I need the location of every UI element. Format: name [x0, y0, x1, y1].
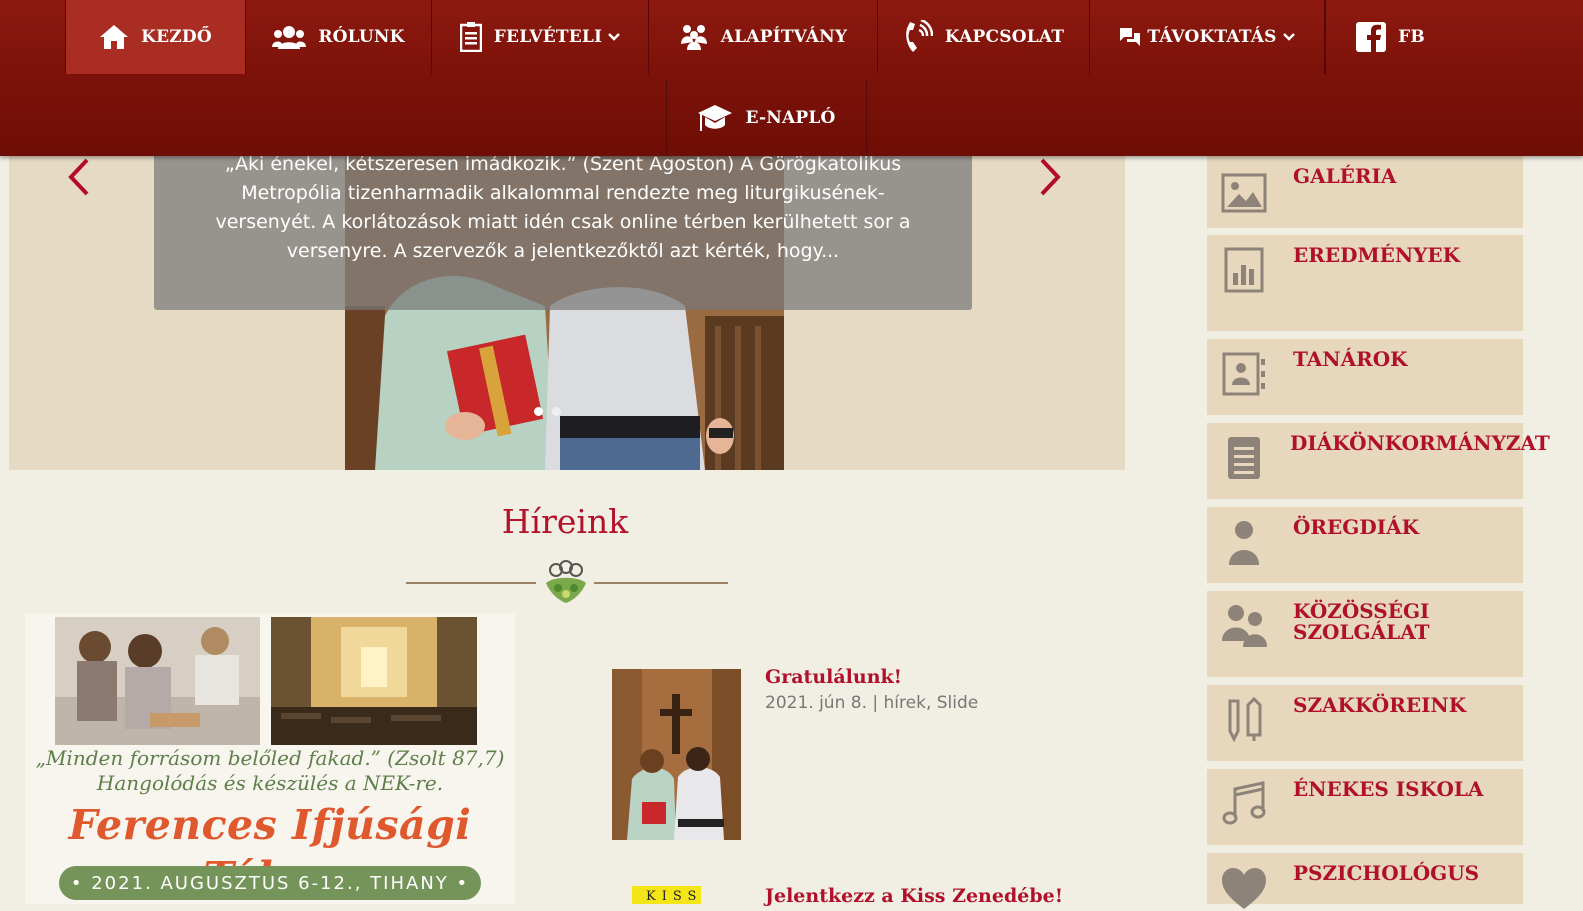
section-title: Híreink — [501, 502, 629, 541]
nav-label: TÁVOKTATÁS — [1147, 27, 1277, 47]
nav-label: E-NAPLÓ — [745, 108, 836, 128]
slider-dots — [534, 407, 561, 416]
nav-label: KEZDŐ — [141, 27, 212, 47]
sidebar-item-label: TANÁROK — [1293, 347, 1408, 371]
ornament-icon — [546, 560, 586, 603]
nav-item-enaplo[interactable]: E-NAPLÓ — [666, 80, 867, 156]
sidebar-item-eredmenyek[interactable]: EREDMÉNYEK — [1207, 235, 1523, 331]
category-link-slide[interactable]: Slide — [937, 693, 979, 713]
chevron-down-icon — [608, 33, 621, 41]
nav-label: FELVÉTELI — [493, 27, 603, 47]
post-meta: 2021. jún 8. | hírek, Slide — [765, 693, 978, 713]
sidebar-item-galeria[interactable]: GALÉRIA — [1207, 156, 1523, 228]
sidebar-item-enekes-iskola[interactable]: ÉNEKES ISKOLA — [1207, 769, 1523, 845]
sidebar-item-label: EREDMÉNYEK — [1293, 243, 1461, 267]
poster-quote: „Minden forrásom belőled fakad.” (Zsolt … — [35, 746, 505, 795]
bar-chart-icon — [1221, 247, 1267, 293]
sidebar-item-label: KÖZÖSSÉGI — [1293, 599, 1430, 623]
person-icon — [1221, 519, 1267, 565]
nav-item-tavoktatas[interactable]: TÁVOKTATÁS — [1090, 0, 1325, 74]
group-icon — [272, 25, 307, 49]
nav-label: FB — [1398, 27, 1425, 47]
slider-dot[interactable] — [552, 407, 561, 416]
news-slider[interactable]: „Aki énekel, kétszeresen imádkozik.” (Sz… — [9, 156, 1125, 470]
people-icon — [679, 24, 709, 50]
nav-item-kezdo[interactable]: KEZDŐ — [65, 0, 246, 74]
home-icon — [99, 24, 129, 50]
document-icon — [1221, 435, 1267, 481]
nav-label: RÓLUNK — [318, 27, 405, 47]
slide-caption[interactable]: „Aki énekel, kétszeresen imádkozik.” (Sz… — [154, 156, 972, 310]
post-title[interactable]: Gratulálunk! — [765, 666, 902, 688]
sidebar-item-label: ÉNEKES ISKOLA — [1293, 777, 1484, 801]
meta-comma: , — [925, 693, 937, 713]
chat-icon — [1119, 27, 1141, 47]
nav-item-fb[interactable]: FB — [1325, 0, 1455, 74]
slide-caption-text: „Aki énekel, kétszeresen imádkozik.” (Sz… — [215, 156, 911, 262]
graduation-cap-icon — [697, 103, 733, 133]
nav-item-alapitvany[interactable]: ALAPÍTVÁNY — [649, 0, 878, 74]
sidebar-item-label: SZAKKÖREINK — [1293, 693, 1467, 717]
category-link-hirek[interactable]: hírek — [884, 693, 926, 713]
slider-prev-button[interactable] — [64, 156, 94, 198]
sidebar-item-label-line2: SZOLGÁLAT — [1293, 620, 1430, 644]
sidebar-item-label: GALÉRIA — [1293, 164, 1397, 188]
pencil-icon — [1221, 697, 1267, 743]
music-icon — [1221, 781, 1267, 827]
poster-date-band: • 2021. AUGUSZTUS 6-12., TIHANY • — [59, 866, 481, 900]
chevron-left-icon — [68, 158, 89, 196]
phone-icon — [903, 20, 933, 54]
slider-dot[interactable] — [534, 407, 543, 416]
main-nav: KEZDŐ RÓLUNK FELVÉTELI ALAPÍTVÁNY KAPCSO… — [0, 0, 1583, 156]
camp-poster[interactable]: „Minden forrásom belőled fakad.” (Zsolt … — [25, 613, 515, 904]
sidebar-item-diakonkormanyzat[interactable]: DIÁKÖNKORMÁNYZAT — [1207, 423, 1550, 499]
post-thumbnail[interactable] — [612, 669, 741, 840]
sidebar-item-label: DIÁKÖNKORMÁNYZAT — [1290, 431, 1550, 455]
chevron-right-icon — [1040, 158, 1061, 196]
nav-item-felveteli[interactable]: FELVÉTELI — [432, 0, 649, 74]
document-icon — [459, 22, 482, 52]
post-thumbnail[interactable]: KISS — [632, 886, 701, 904]
sidebar-item-kozossegi-szolgalat[interactable]: KÖZÖSSÉGI SZOLGÁLAT — [1207, 591, 1523, 677]
slider-next-button[interactable] — [1035, 156, 1065, 198]
nav-label: ALAPÍTVÁNY — [720, 27, 848, 47]
post-thumb-text: KISS — [646, 889, 701, 904]
sidebar-item-label: PSZICHOLÓGUS — [1293, 861, 1480, 885]
heart-icon — [1221, 865, 1267, 911]
chevron-down-icon — [1282, 33, 1295, 41]
nav-label: KAPCSOLAT — [944, 27, 1065, 47]
sidebar-item-oregdiak[interactable]: ÖREGDIÁK — [1207, 507, 1523, 583]
users-icon — [1221, 603, 1267, 649]
ornament-divider — [406, 558, 728, 612]
post-date: 2021. jún 8. — [765, 693, 867, 713]
poster-photo — [271, 617, 477, 745]
meta-separator: | — [866, 693, 884, 713]
poster-photo — [55, 617, 260, 745]
nav-item-rolunk[interactable]: RÓLUNK — [246, 0, 432, 74]
nav-item-kapcsolat[interactable]: KAPCSOLAT — [878, 0, 1090, 74]
contact-book-icon — [1221, 351, 1267, 397]
sidebar-item-tanarok[interactable]: TANÁROK — [1207, 339, 1523, 415]
facebook-icon — [1356, 22, 1387, 52]
image-icon — [1221, 170, 1267, 216]
sidebar-item-label: ÖREGDIÁK — [1293, 515, 1419, 539]
sidebar-item-szakkoreink[interactable]: SZAKKÖREINK — [1207, 685, 1523, 761]
sidebar-item-pszichologus[interactable]: PSZICHOLÓGUS — [1207, 853, 1523, 909]
